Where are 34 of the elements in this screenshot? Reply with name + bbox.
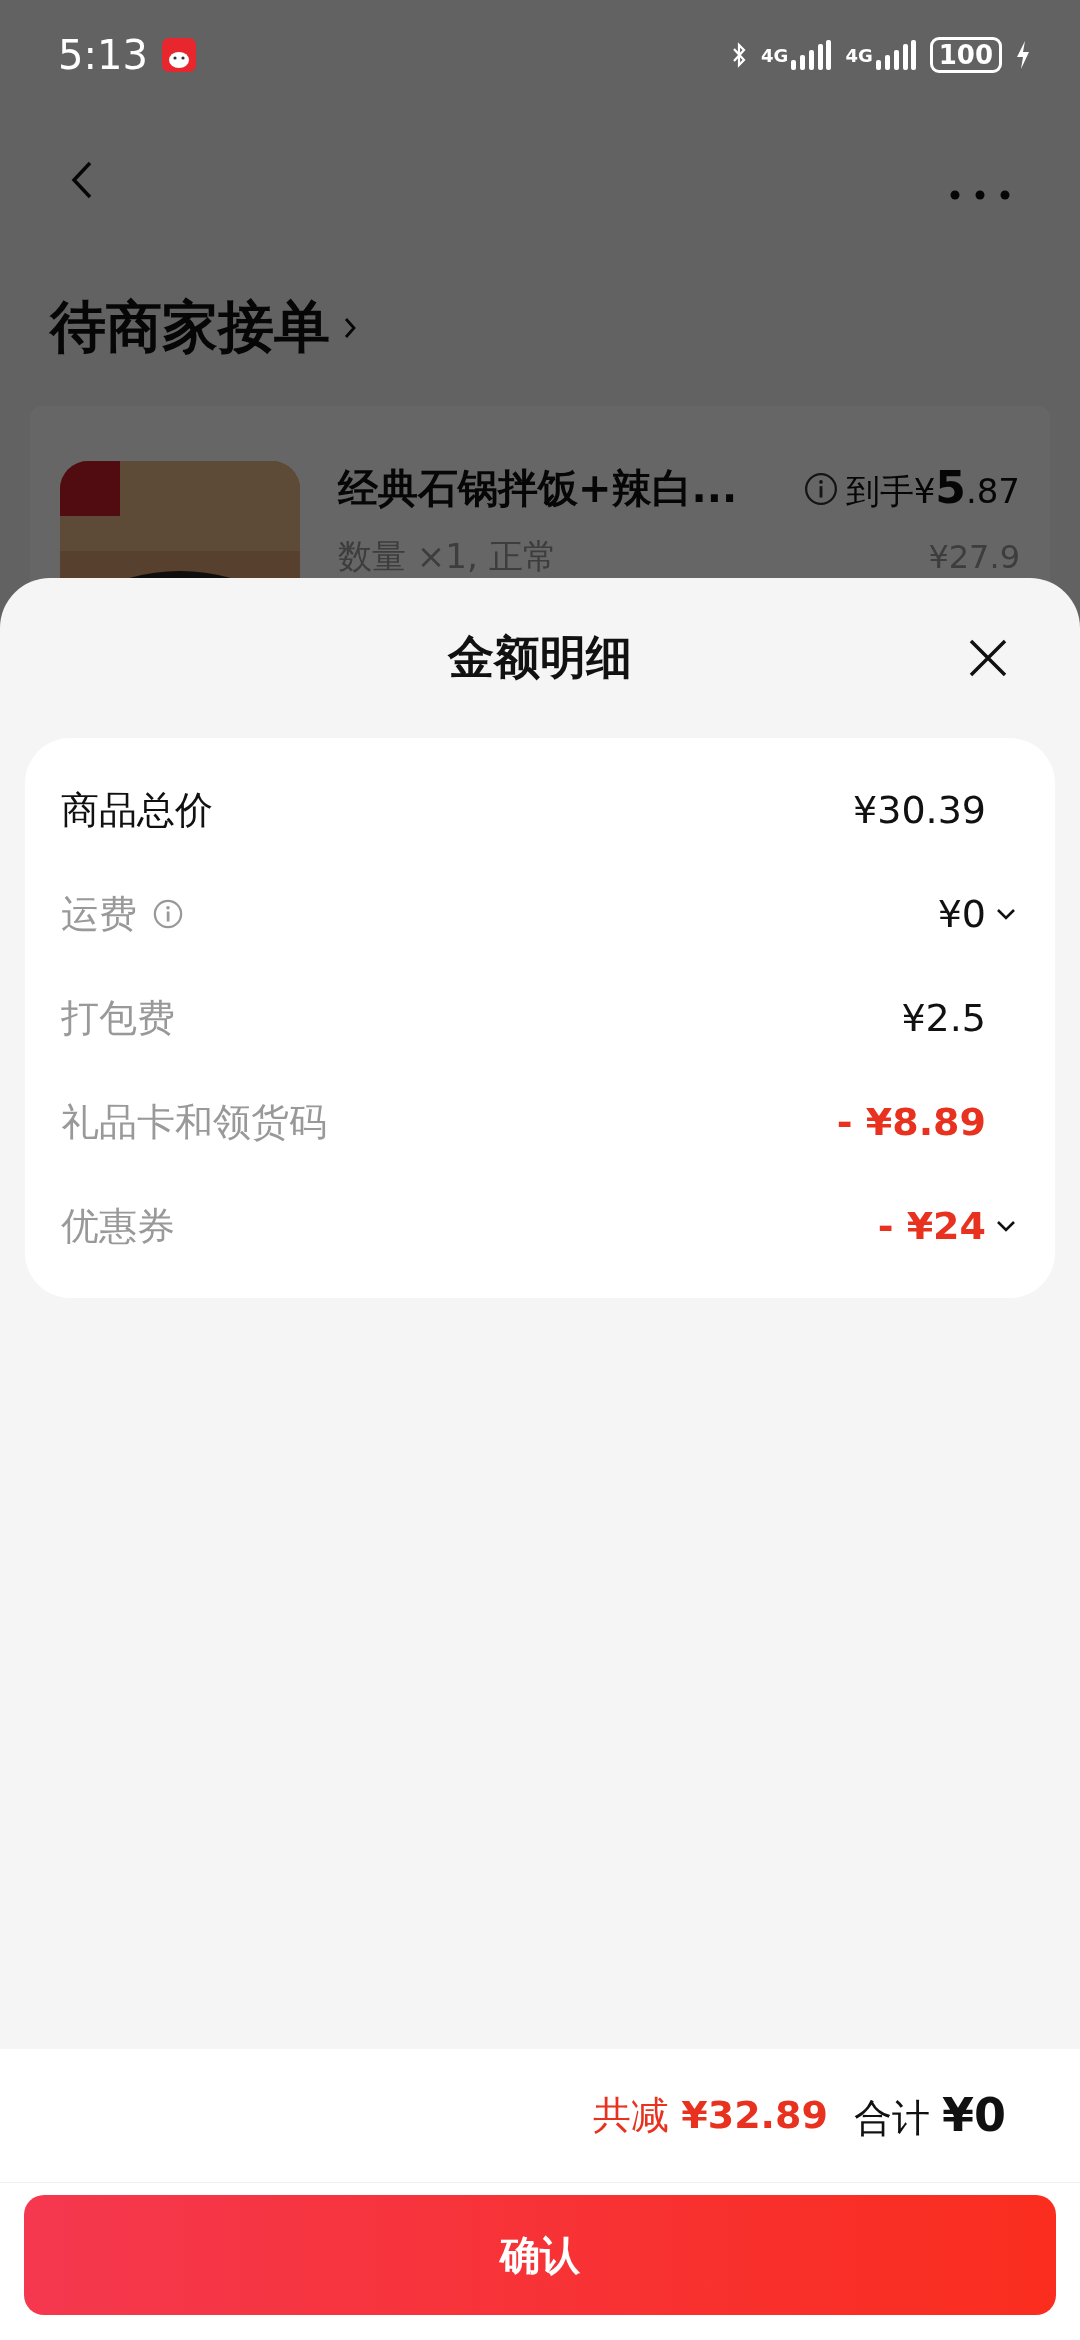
info-icon[interactable]	[803, 471, 838, 506]
order-status-title[interactable]: 待商家接单	[50, 290, 330, 366]
signal-icon	[875, 40, 916, 70]
fee-value: ¥0	[937, 892, 986, 936]
fee-label: 运费	[61, 890, 137, 938]
status-time: 5:13	[58, 32, 148, 78]
back-icon[interactable]	[70, 160, 94, 200]
total-amount: 合计 ¥0	[853, 2087, 1006, 2144]
fee-label: 礼品卡和领货码	[61, 1098, 327, 1146]
final-price: 到手¥5.87	[845, 462, 1020, 515]
total-discount: 共减 ¥32.89	[593, 2092, 828, 2139]
battery-level: 100	[929, 37, 1002, 73]
network-type: 4G	[761, 44, 789, 66]
fee-label: 打包费	[61, 994, 175, 1042]
chevron-right-icon	[344, 317, 356, 339]
fee-value: ¥2.5	[901, 996, 986, 1040]
product-name: 经典石锅拌饭+辣白...	[338, 464, 738, 513]
fee-label: 优惠券	[61, 1202, 175, 1250]
close-icon[interactable]	[968, 638, 1008, 678]
sheet-title: 金额明细	[448, 629, 632, 686]
charging-icon	[1016, 41, 1030, 69]
signal-icon	[791, 40, 832, 70]
fee-label: 商品总价	[61, 786, 213, 834]
info-icon[interactable]	[153, 899, 183, 929]
fee-value: ¥30.39	[853, 788, 986, 832]
app-icon	[161, 38, 196, 72]
bluetooth-icon	[731, 42, 748, 68]
more-icon[interactable]	[950, 190, 1010, 200]
network-type: 4G	[845, 44, 873, 66]
fee-value: - ¥8.89	[836, 1100, 986, 1144]
confirm-button[interactable]: 确认	[24, 2195, 1056, 2315]
chevron-down-icon[interactable]	[996, 908, 1016, 920]
chevron-down-icon[interactable]	[996, 1220, 1016, 1232]
fee-value: - ¥24	[877, 1204, 986, 1248]
